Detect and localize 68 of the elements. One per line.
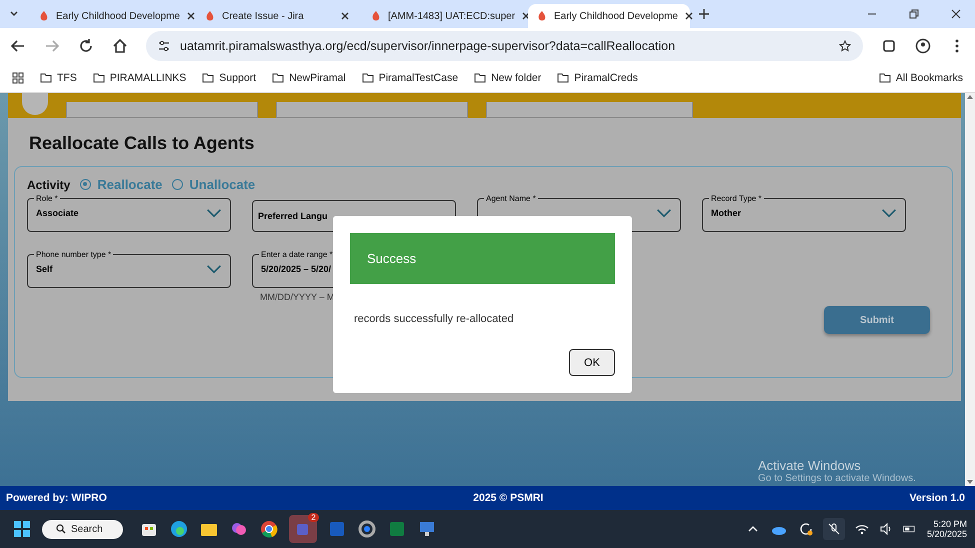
close-icon[interactable] bbox=[684, 11, 694, 21]
chevron-down-icon bbox=[206, 264, 222, 274]
notification-badge: 2 bbox=[308, 513, 319, 522]
select-field[interactable]: Role * Associate bbox=[27, 194, 231, 232]
back-icon[interactable] bbox=[10, 38, 26, 54]
home-icon[interactable] bbox=[112, 38, 128, 54]
folder-icon bbox=[202, 72, 214, 84]
dialog-message: records successfully re-allocated bbox=[354, 313, 515, 325]
dialog-title: Success bbox=[367, 251, 416, 266]
bookmark-star-icon[interactable] bbox=[839, 40, 851, 52]
reload-icon[interactable] bbox=[78, 38, 94, 54]
folder-icon bbox=[474, 72, 486, 84]
folder-icon bbox=[362, 72, 374, 84]
sync-icon[interactable] bbox=[798, 522, 813, 536]
close-icon[interactable] bbox=[340, 11, 350, 21]
folder-icon bbox=[557, 72, 570, 84]
edge-icon[interactable] bbox=[168, 519, 189, 539]
activity-label: Activity bbox=[27, 178, 70, 192]
clock-date[interactable]: 5/20/2025 bbox=[926, 529, 967, 539]
select-field[interactable]: Phone number type * Self bbox=[27, 250, 231, 288]
wifi-icon[interactable] bbox=[854, 522, 869, 536]
ok-button[interactable]: OK bbox=[569, 349, 615, 376]
restore-icon[interactable] bbox=[909, 9, 919, 19]
chevron-down-icon bbox=[206, 208, 222, 218]
chevron-down-icon bbox=[881, 208, 897, 218]
watermark-subtitle: Go to Settings to activate Windows. bbox=[758, 473, 917, 484]
apps-grid-icon[interactable] bbox=[12, 72, 24, 84]
folder-icon bbox=[272, 72, 284, 84]
chrome-icon[interactable] bbox=[258, 519, 279, 539]
browser-tab[interactable]: [AMM-1483] UAT:ECD:super bbox=[362, 4, 524, 28]
page-title: Reallocate Calls to Agents bbox=[29, 133, 256, 154]
folder-icon bbox=[40, 72, 52, 84]
search-icon bbox=[56, 524, 66, 534]
close-icon[interactable] bbox=[951, 9, 961, 19]
browser-tab[interactable]: Create Issue - Jira bbox=[196, 4, 358, 28]
folder-icon bbox=[878, 72, 891, 84]
scrollbar[interactable] bbox=[965, 93, 975, 486]
select-field[interactable]: Record Type * Mother bbox=[702, 194, 906, 232]
bookmark-folder[interactable]: PiramalCreds bbox=[557, 72, 638, 84]
footer-copyright: 2025 © PSMRI bbox=[473, 492, 544, 504]
address-bar[interactable]: uatamrit.piramalswasthya.org/ecd/supervisor/innerpage-supervisor?data=callReallocation bbox=[146, 30, 863, 60]
bookmark-folder[interactable]: New folder bbox=[474, 72, 542, 84]
microphone-button[interactable] bbox=[822, 518, 845, 540]
taskbar-search[interactable]: Search bbox=[42, 520, 123, 538]
plus-icon[interactable] bbox=[698, 8, 710, 20]
gear-icon[interactable] bbox=[356, 519, 377, 539]
teams-button[interactable]: 2 bbox=[288, 515, 317, 543]
bookmark-folder[interactable]: PiramalTestCase bbox=[362, 72, 458, 84]
close-icon[interactable] bbox=[186, 11, 196, 21]
bookmark-folder[interactable]: PIRAMALLINKS bbox=[92, 72, 186, 84]
footer-credit: Powered by: WIPRO bbox=[6, 492, 107, 504]
bookmark-folder[interactable]: TFS bbox=[40, 72, 77, 84]
bookmark-folder[interactable]: Support bbox=[202, 72, 256, 84]
browser-tab[interactable]: Early Childhood Developme bbox=[30, 4, 192, 28]
footer-version: Version 1.0 bbox=[910, 492, 965, 504]
bookmark-folder[interactable]: NewPiramal bbox=[272, 72, 346, 84]
speaker-icon[interactable] bbox=[878, 522, 893, 536]
microphone-muted-icon bbox=[826, 522, 841, 536]
browser-tab[interactable]: Early Childhood Developme bbox=[528, 4, 690, 28]
bookmark-folder[interactable]: All Bookmarks bbox=[878, 72, 963, 84]
clock-time[interactable]: 5:20 PM bbox=[926, 519, 967, 529]
folder-icon bbox=[92, 72, 105, 84]
puzzle-icon[interactable] bbox=[881, 38, 897, 54]
profile-icon[interactable] bbox=[915, 38, 931, 54]
site-settings-icon[interactable] bbox=[158, 40, 170, 52]
start-icon[interactable] bbox=[12, 519, 32, 539]
chevron-down-icon bbox=[656, 208, 672, 218]
watermark-title: Activate Windows bbox=[758, 458, 862, 473]
